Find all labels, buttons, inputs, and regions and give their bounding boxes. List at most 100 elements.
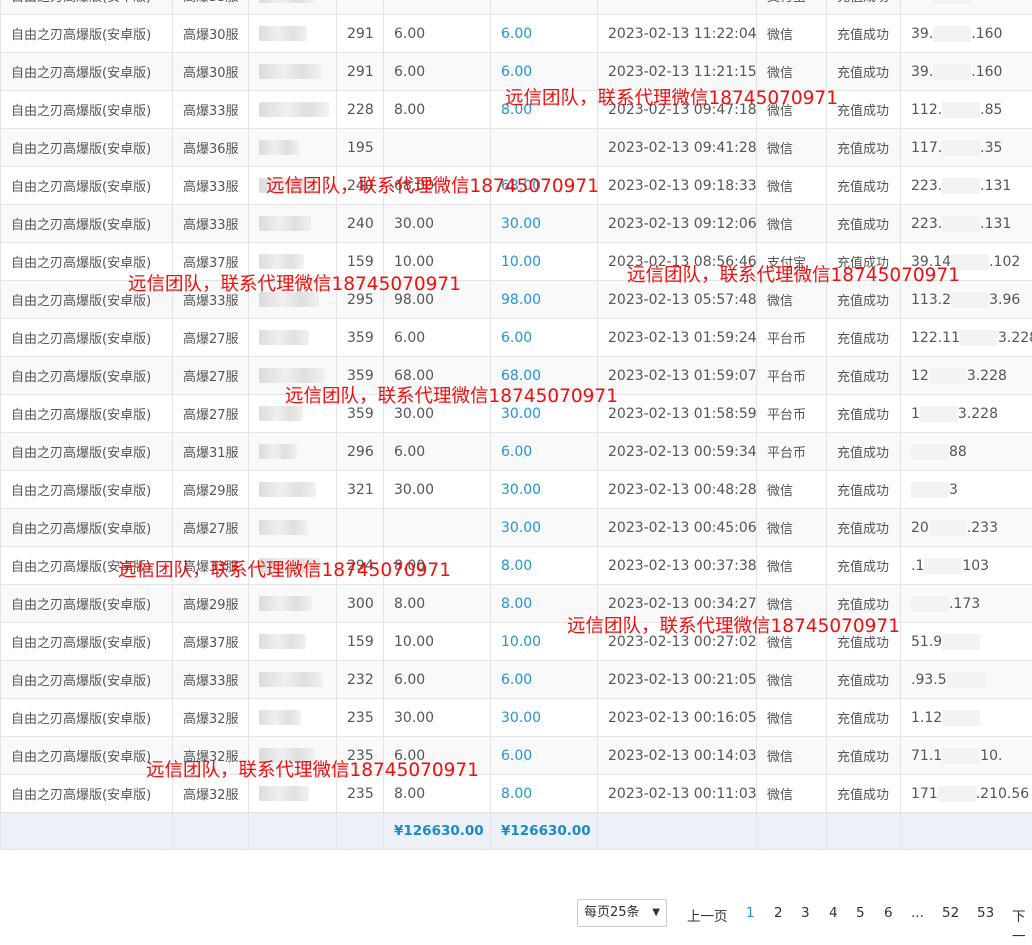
- paid-cell: 30.00: [491, 395, 598, 433]
- time-cell: 2023-02-13 09:12:06: [598, 205, 757, 243]
- server-cell: 高爆33服: [173, 167, 249, 205]
- server-cell: 高爆30服: [173, 53, 249, 91]
- status-cell: 充值成功: [827, 433, 901, 471]
- ip-prefix: 39.: [911, 26, 933, 42]
- ip-cell: 39.14.102: [901, 243, 1032, 281]
- pagination-bar: 每页25条 ▼ 上一页 1 2 3 4 5 6 ... 52 53 下一: [0, 897, 1032, 928]
- paid-cell: 30.00: [491, 205, 598, 243]
- ip-cell: 112. .85: [901, 91, 1032, 129]
- status-cell: 充值成功: [827, 53, 901, 91]
- ip-cell: 71.110.: [901, 737, 1032, 775]
- page-link-6[interactable]: 6: [884, 905, 893, 921]
- page-size-select[interactable]: 每页25条 ▼: [577, 899, 667, 927]
- ip-prefix: 61.: [911, 0, 933, 4]
- amount-cell: 6.00: [384, 15, 491, 53]
- chevron-down-icon: ▼: [652, 900, 660, 926]
- pay-method-cell: 微信: [757, 53, 827, 91]
- paid-cell: 6.00: [491, 319, 598, 357]
- table-row: 自由之刃高爆版(安卓版)高爆27服35968.0068.002023-02-13…: [1, 357, 1032, 395]
- ip-prefix: .1: [911, 558, 924, 574]
- paid-cell: 30.00: [491, 509, 598, 547]
- ip-cell: 39..160: [901, 53, 1032, 91]
- next-page-link[interactable]: 下一: [1012, 905, 1032, 945]
- page-size-label: 每页25条: [584, 905, 640, 920]
- time-cell: 2023-02-13 00:45:06: [598, 509, 757, 547]
- server-cell: 高爆27服: [173, 319, 249, 357]
- pay-method-cell: 平台币: [757, 319, 827, 357]
- blurred-ip-segment: [929, 368, 967, 384]
- amount-cell: 8.00: [384, 775, 491, 813]
- ip-cell: 122.113.228: [901, 319, 1032, 357]
- ip-suffix: 3: [949, 482, 958, 498]
- time-cell: 2023-02-13 00:16:05: [598, 699, 757, 737]
- blurred-ip-segment: [942, 178, 980, 194]
- blurred-ip-segment: [947, 672, 985, 688]
- ip-suffix: 10.: [980, 748, 1002, 764]
- ip-prefix: 12: [911, 368, 929, 384]
- page-link-3[interactable]: 3: [801, 905, 810, 921]
- ip-cell: 123.228: [901, 357, 1032, 395]
- ip-cell: 51.9: [901, 623, 1032, 661]
- game-cell: 自由之刃高爆版(安卓版): [1, 623, 173, 661]
- game-cell: 自由之刃高爆版(安卓版): [1, 129, 173, 167]
- ip-suffix: .85: [980, 102, 1002, 118]
- pay-method-cell: 平台币: [757, 357, 827, 395]
- role-id-cell: 359: [337, 357, 384, 395]
- server-cell: 高爆32服: [173, 699, 249, 737]
- page-link-53[interactable]: 53: [977, 905, 994, 921]
- table-row: 自由之刃高爆版(安卓版)高爆31服2966.006.002023-02-13 0…: [1, 433, 1032, 471]
- amount-cell: 10.00: [384, 623, 491, 661]
- page-link-4[interactable]: 4: [829, 905, 838, 921]
- table-row: 自由之刃高爆版(安卓版)高爆27服3596.006.002023-02-13 0…: [1, 319, 1032, 357]
- amount-cell: 30.00: [384, 205, 491, 243]
- blurred-ip-segment: [924, 558, 962, 574]
- pay-method-cell: 微信: [757, 15, 827, 53]
- ip-cell: 39..160: [901, 15, 1032, 53]
- ip-prefix: 223.: [911, 216, 942, 232]
- amount-cell: [384, 509, 491, 547]
- paid-cell: [491, 129, 598, 167]
- blurred-ip-segment: [942, 748, 980, 764]
- amount-cell: 6.00: [384, 53, 491, 91]
- ip-suffix: 3.96: [989, 292, 1020, 308]
- ip-prefix: 113.2: [911, 292, 951, 308]
- blurred-ip-segment: [911, 444, 949, 460]
- blurred-ip-segment: [933, 64, 971, 80]
- blurred-ip-segment: [911, 596, 949, 612]
- page-link-52[interactable]: 52: [942, 905, 959, 921]
- game-cell: 自由之刃高爆版(安卓版): [1, 0, 173, 15]
- status-cell: 充值成功: [827, 319, 901, 357]
- paid-cell: 98.00: [491, 281, 598, 319]
- total-amount: ¥126630.00: [384, 813, 491, 850]
- pay-method-cell: 平台币: [757, 433, 827, 471]
- amount-cell: 6.00: [384, 319, 491, 357]
- status-cell: 充值成功: [827, 15, 901, 53]
- table-row: 自由之刃高爆版(安卓版)高爆33服2326.006.002023-02-13 0…: [1, 661, 1032, 699]
- table-row: 自由之刃高爆版(安卓版)高爆33服29598.0098.002023-02-13…: [1, 281, 1032, 319]
- time-cell: 2023-02-13 11:34:26: [598, 0, 757, 15]
- page-link-1[interactable]: 1: [746, 905, 755, 921]
- ip-prefix: 112.: [911, 102, 942, 118]
- table-row: 自由之刃高爆版(安卓版)高爆33服2218.008.002023-02-13 1…: [1, 0, 1032, 15]
- ip-cell: 1.12: [901, 699, 1032, 737]
- role-id-cell: 359: [337, 319, 384, 357]
- status-cell: 充值成功: [827, 547, 901, 585]
- role-id-cell: 291: [337, 15, 384, 53]
- time-cell: 2023-02-13 00:59:34: [598, 433, 757, 471]
- game-cell: 自由之刃高爆版(安卓版): [1, 661, 173, 699]
- prev-page-link[interactable]: 上一页: [687, 905, 728, 925]
- ip-cell: 3: [901, 471, 1032, 509]
- amount-cell: 6.00: [384, 433, 491, 471]
- amount-cell: 30.00: [384, 395, 491, 433]
- ip-cell: .93.5: [901, 661, 1032, 699]
- role-id-cell: 235: [337, 699, 384, 737]
- ip-cell: .173: [901, 585, 1032, 623]
- time-cell: 2023-02-13 00:48:28: [598, 471, 757, 509]
- page-link-2[interactable]: 2: [774, 905, 783, 921]
- role-id-cell: 221: [337, 0, 384, 15]
- ip-prefix: 20: [911, 520, 929, 536]
- game-cell: 自由之刃高爆版(安卓版): [1, 167, 173, 205]
- role-id-cell: 159: [337, 623, 384, 661]
- page-link-5[interactable]: 5: [856, 905, 865, 921]
- ip-cell: 20.233: [901, 509, 1032, 547]
